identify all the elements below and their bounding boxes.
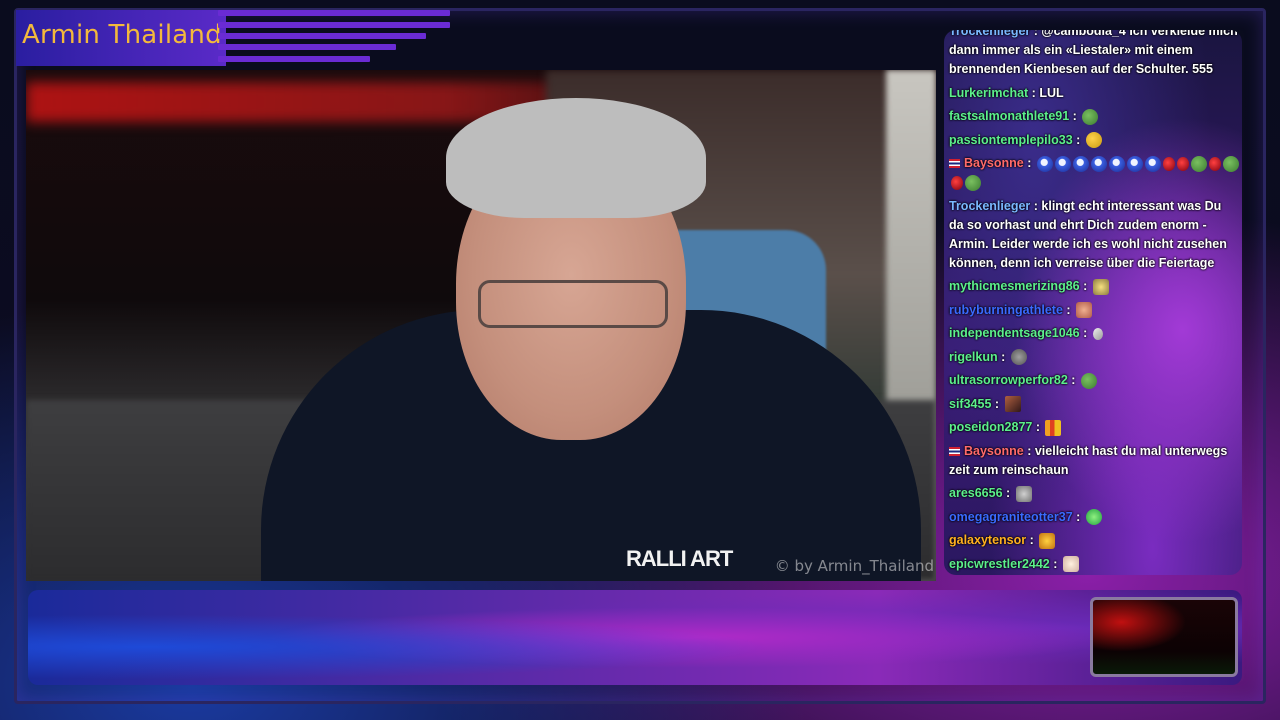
chat-separator: :	[1069, 109, 1081, 123]
streamer-hair	[446, 98, 706, 218]
emote-smile-icon	[1085, 132, 1102, 149]
decor-stripe	[218, 10, 450, 16]
chat-separator: :	[1030, 198, 1042, 213]
emote-blue-icon	[1054, 155, 1071, 172]
chat-message: Trockenlieger : @cambodia_4 Ich verkleid…	[949, 30, 1239, 79]
emote-cat-icon	[1015, 485, 1032, 502]
chat-message: galaxytensor :	[949, 531, 1239, 550]
emote-red-icon	[1162, 156, 1175, 171]
emote-king-icon	[1039, 532, 1056, 549]
chat-username[interactable]: independentsage1046	[949, 326, 1080, 340]
chat-message: ares6656 :	[949, 484, 1239, 503]
emote-frog-icon	[1190, 155, 1207, 172]
emote-blue-icon	[1126, 155, 1143, 172]
chat-message: poseidon2877 :	[949, 418, 1239, 437]
chat-separator: :	[991, 396, 1003, 411]
chat-message: Trockenlieger : klingt echt interessant …	[949, 197, 1239, 273]
decor-stripe	[218, 56, 370, 62]
chat-message: rigelkun :	[949, 348, 1239, 367]
emote-feather-icon	[1092, 327, 1103, 340]
chat-username[interactable]: poseidon2877	[949, 420, 1032, 434]
emote-blue-icon	[1036, 155, 1053, 172]
chat-panel: Trockenlieger : @cambodia_4 Ich verkleid…	[944, 30, 1242, 575]
decor-stripe	[218, 22, 450, 28]
chat-message: sif3455 :	[949, 395, 1239, 414]
chat-username[interactable]: passiontemplepilo33	[949, 133, 1073, 147]
secondary-camera	[1090, 597, 1238, 677]
emote-frog-icon	[965, 174, 981, 191]
emote-rock-icon	[1010, 349, 1027, 366]
chat-message-list: Trockenlieger : @cambodia_4 Ich verkleid…	[949, 30, 1239, 575]
chat-separator: :	[1023, 156, 1035, 170]
emote-blue-icon	[1090, 155, 1107, 172]
chat-username[interactable]: rigelkun	[949, 350, 998, 364]
chat-message: passiontemplepilo33 :	[949, 131, 1239, 150]
chat-separator: :	[1072, 132, 1084, 147]
chat-username[interactable]: omegagraniteotter37	[949, 510, 1073, 524]
flag-icon	[949, 159, 960, 169]
chat-username[interactable]: galaxytensor	[949, 533, 1026, 547]
chat-separator: :	[1079, 279, 1091, 293]
chat-username[interactable]: Trockenlieger	[949, 199, 1030, 213]
chat-separator: :	[1028, 85, 1040, 100]
flag-icon	[949, 446, 960, 456]
chat-message: Baysonne : vielleicht hast du mal unterw…	[949, 442, 1239, 480]
emote-green-icon	[1085, 509, 1102, 526]
chat-username[interactable]: rubyburningathlete	[949, 303, 1063, 317]
emote-red-icon	[951, 175, 963, 190]
chat-username[interactable]: Baysonne	[964, 156, 1024, 170]
chat-separator: :	[1002, 486, 1014, 500]
chat-username[interactable]: Trockenlieger	[949, 30, 1030, 38]
emote-brown-icon	[1004, 396, 1021, 413]
decor-stripe	[218, 33, 426, 39]
emote-star-icon	[1092, 278, 1109, 295]
chat-username[interactable]: ares6656	[949, 486, 1003, 500]
chat-separator: :	[1032, 420, 1044, 434]
chat-separator: :	[1062, 302, 1075, 317]
channel-title: Armin Thailand	[22, 20, 222, 50]
streamer-glasses	[478, 280, 668, 328]
chat-separator: :	[1079, 326, 1091, 340]
emote-red-icon	[1208, 156, 1221, 171]
chat-separator: :	[997, 349, 1009, 364]
emote-light-icon	[1062, 556, 1079, 573]
webcam-feed: RALLI ART © by Armin_Thailand	[26, 70, 936, 581]
chat-separator: :	[1023, 443, 1035, 458]
emote-blue-icon	[1144, 155, 1161, 172]
chat-username[interactable]: epicwrestler2442	[949, 557, 1050, 571]
decor-stripe	[218, 44, 396, 50]
emote-bars-icon	[1045, 419, 1062, 436]
emote-frog-icon	[1082, 108, 1099, 125]
emote-face-icon	[1076, 302, 1093, 319]
shirt-logo: RALLI ART	[626, 546, 733, 571]
chat-message: rubyburningathlete :	[949, 301, 1239, 320]
emote-frog-icon	[1222, 155, 1239, 172]
watermark: © by Armin_Thailand	[774, 557, 934, 575]
chat-separator: :	[1049, 556, 1061, 571]
chat-username[interactable]: Baysonne	[964, 444, 1024, 458]
chat-message: fastsalmonathlete91 :	[949, 107, 1239, 126]
chat-separator: :	[1072, 509, 1084, 524]
chat-separator: :	[1067, 373, 1079, 387]
chat-message: Baysonne :	[949, 154, 1239, 192]
chat-username[interactable]: sif3455	[949, 397, 991, 411]
chat-username[interactable]: ultrasorrowperfor82	[949, 373, 1068, 387]
chat-message: Lurkerimchat : LUL	[949, 84, 1239, 103]
chat-message: ultrasorrowperfor82 :	[949, 371, 1239, 390]
chat-separator: :	[1030, 30, 1042, 38]
emote-frog-icon	[1080, 372, 1097, 389]
chat-separator: :	[1026, 533, 1038, 547]
chat-text: LUL	[1039, 85, 1064, 100]
emote-red-icon	[1176, 156, 1189, 171]
emote-blue-icon	[1072, 155, 1089, 172]
chat-username[interactable]: mythicmesmerizing86	[949, 279, 1080, 293]
chat-message: epicwrestler2442 :	[949, 555, 1239, 574]
bottom-banner	[28, 590, 1242, 685]
chat-username[interactable]: Lurkerimchat	[949, 86, 1028, 100]
chat-message: mythicmesmerizing86 :	[949, 277, 1239, 296]
chat-message: omegagraniteotter37 :	[949, 508, 1239, 527]
chat-username[interactable]: fastsalmonathlete91	[949, 109, 1069, 123]
chat-message: independentsage1046 :	[949, 324, 1239, 343]
emote-blue-icon	[1108, 155, 1125, 172]
